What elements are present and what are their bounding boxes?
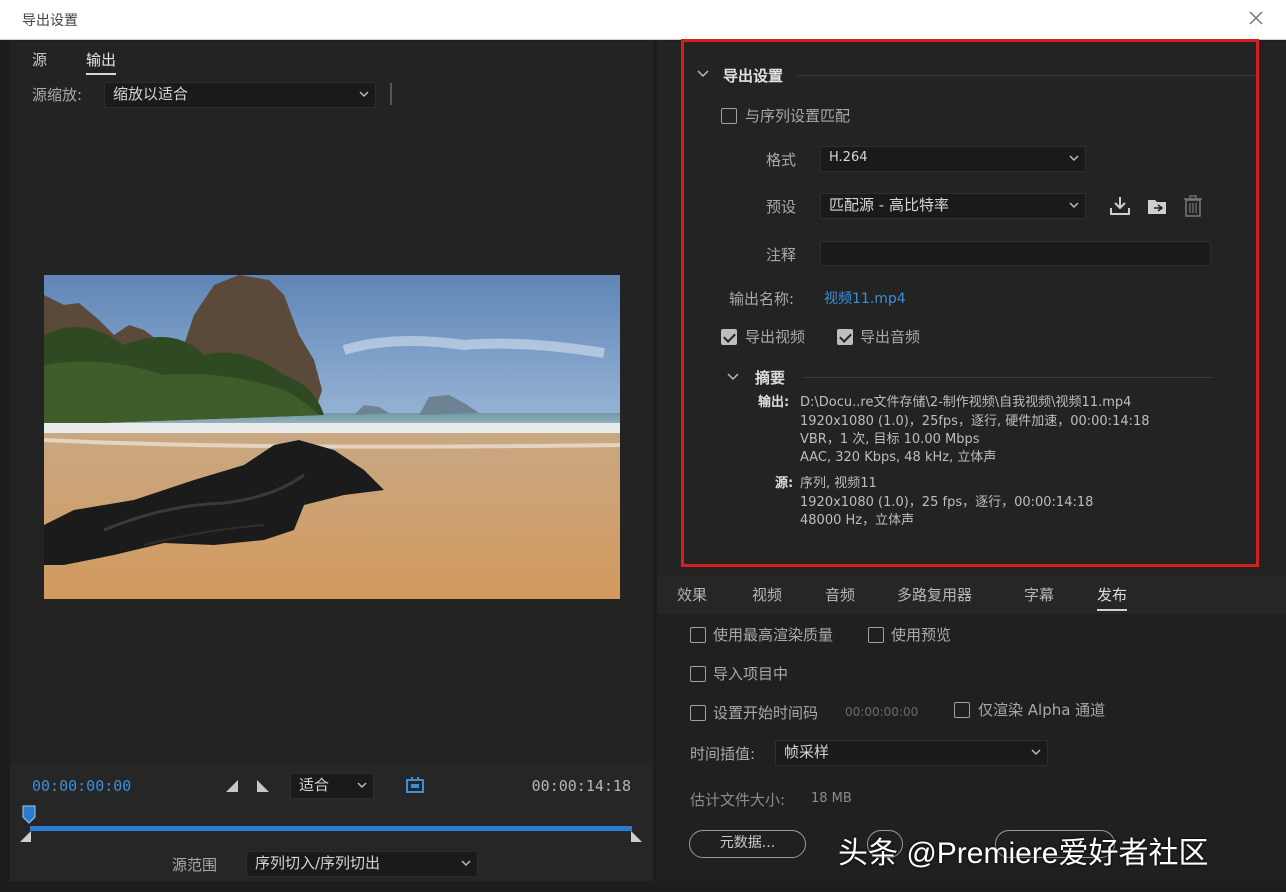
highlight-frame bbox=[681, 39, 1259, 567]
duration-timecode: 00:00:14:18 bbox=[531, 777, 631, 795]
set-start-timecode-checkbox[interactable] bbox=[690, 705, 706, 721]
render-alpha-only-label: 仅渲染 Alpha 通道 bbox=[978, 701, 1106, 719]
current-timecode[interactable]: 00:00:00:00 bbox=[32, 777, 131, 795]
export-tabs: 效果 视频 音频 多路复用器 字幕 发布 bbox=[657, 576, 1286, 614]
time-interpolation-dropdown[interactable]: 帧采样 bbox=[775, 740, 1048, 766]
set-start-timecode-label: 设置开始时间码 bbox=[713, 704, 819, 722]
import-into-project-label: 导入项目中 bbox=[713, 665, 789, 683]
playhead-icon[interactable] bbox=[22, 805, 36, 825]
range-in-handle-icon[interactable] bbox=[20, 831, 32, 843]
estimated-size-value: 18 MB bbox=[811, 791, 852, 806]
source-range-value: 序列切入/序列切出 bbox=[255, 854, 381, 872]
video-preview-image bbox=[44, 275, 620, 599]
tab-publish[interactable]: 发布 bbox=[1097, 584, 1128, 611]
source-scale-label: 源缩放: bbox=[32, 86, 83, 104]
max-render-quality-checkbox[interactable] bbox=[690, 627, 706, 643]
preview-panel: 源 输出 源缩放: 缩放以适合 00:00:00:00 适合 00:00:14:… bbox=[10, 41, 653, 881]
divider bbox=[390, 83, 392, 105]
chevron-down-icon bbox=[1031, 749, 1041, 756]
chevron-down-icon bbox=[359, 91, 369, 98]
fit-value: 适合 bbox=[299, 776, 330, 794]
source-scale-dropdown[interactable]: 缩放以适合 bbox=[104, 82, 376, 108]
transport-bar: 00:00:00:00 适合 00:00:14:18 源范围 序列切入/序列切出 bbox=[10, 763, 653, 881]
mark-out-icon[interactable] bbox=[256, 779, 270, 793]
use-previews-checkbox[interactable] bbox=[868, 627, 884, 643]
tab-output[interactable]: 输出 bbox=[86, 49, 117, 75]
aspect-ratio-icon[interactable] bbox=[404, 775, 426, 797]
chevron-down-icon bbox=[357, 782, 367, 789]
tab-multiplexer[interactable]: 多路复用器 bbox=[897, 584, 972, 605]
estimated-size-label: 估计文件大小: bbox=[690, 791, 786, 809]
source-range-label: 源范围 bbox=[172, 856, 218, 874]
source-range-dropdown[interactable]: 序列切入/序列切出 bbox=[246, 851, 478, 877]
import-into-project-checkbox[interactable] bbox=[690, 666, 706, 682]
preview-tabs: 源 输出 bbox=[10, 41, 653, 79]
start-timecode-value[interactable]: 00:00:00:00 bbox=[845, 705, 918, 719]
tab-captions[interactable]: 字幕 bbox=[1024, 584, 1054, 605]
mark-in-icon[interactable] bbox=[225, 779, 239, 793]
time-interpolation-value: 帧采样 bbox=[784, 743, 830, 761]
source-scale-value: 缩放以适合 bbox=[113, 85, 189, 103]
render-alpha-only-checkbox[interactable] bbox=[954, 702, 970, 718]
source-scale-row: 源缩放: 缩放以适合 bbox=[10, 81, 653, 111]
time-interpolation-label: 时间插值: bbox=[690, 745, 756, 763]
dialog-title: 导出设置 bbox=[22, 13, 78, 29]
metadata-button[interactable]: 元数据... bbox=[689, 830, 806, 858]
max-render-quality-label: 使用最高渲染质量 bbox=[713, 626, 834, 644]
fit-dropdown[interactable]: 适合 bbox=[290, 773, 374, 799]
tab-source[interactable]: 源 bbox=[32, 49, 47, 70]
timeline-range-bar[interactable] bbox=[30, 826, 632, 831]
tab-effects[interactable]: 效果 bbox=[677, 584, 707, 605]
dialog-titlebar: 导出设置 bbox=[0, 0, 1286, 40]
tab-video[interactable]: 视频 bbox=[752, 584, 782, 605]
range-out-handle-icon[interactable] bbox=[630, 831, 642, 843]
chevron-down-icon bbox=[461, 860, 471, 867]
tab-audio[interactable]: 音频 bbox=[825, 584, 855, 605]
use-previews-label: 使用预览 bbox=[891, 626, 952, 644]
close-icon[interactable] bbox=[1246, 8, 1266, 28]
watermark: 头条 @Premiere爱好者社区 bbox=[838, 837, 1209, 870]
